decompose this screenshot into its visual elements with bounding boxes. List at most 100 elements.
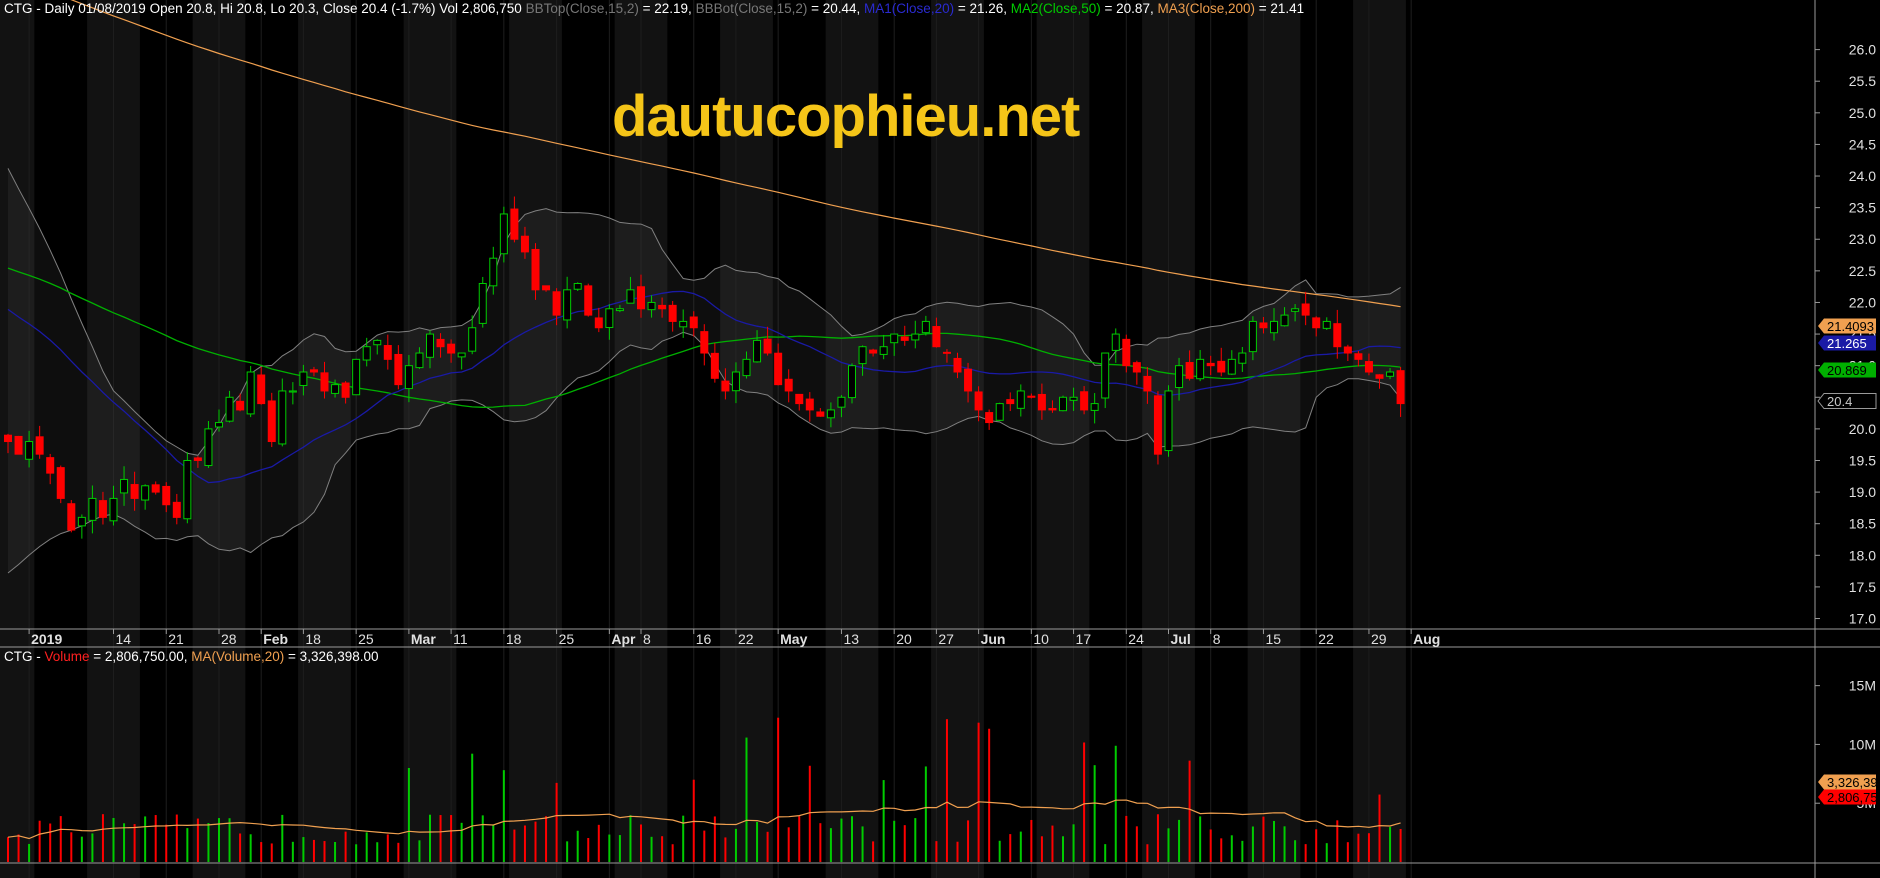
candle-body xyxy=(172,501,181,518)
price-tick-label: 17.5 xyxy=(1849,579,1876,595)
candle-body xyxy=(362,346,371,361)
candle-body xyxy=(510,208,519,240)
date-tick-label: Feb xyxy=(263,631,288,647)
price-tick-label: 22.5 xyxy=(1849,263,1876,279)
price-tick-label: 18.5 xyxy=(1849,516,1876,532)
candle-body xyxy=(1238,352,1247,364)
candle-body xyxy=(1185,362,1194,379)
candle-body xyxy=(668,304,677,322)
volume-bar xyxy=(186,828,189,862)
candle-body xyxy=(953,357,962,373)
volume-bar xyxy=(355,844,358,862)
volume-bar xyxy=(523,825,526,862)
date-tick-label: 8 xyxy=(643,631,651,647)
candle-body xyxy=(1090,403,1099,411)
candle-body xyxy=(257,374,266,405)
date-tick-label: 21 xyxy=(168,631,184,647)
volume-bar xyxy=(344,831,347,862)
candle-body xyxy=(700,331,709,354)
volume-bar xyxy=(1220,838,1223,862)
candle-body xyxy=(626,289,635,304)
volume-bar xyxy=(998,840,1001,862)
bbtop-label: BBTop(Close,15,2) xyxy=(525,1,639,16)
volume-bar xyxy=(1188,760,1191,862)
volume-bar xyxy=(893,820,896,862)
candle-body xyxy=(1069,396,1078,401)
price-tick-label: 19.5 xyxy=(1849,452,1876,468)
volume-bar xyxy=(734,828,737,862)
candle-body xyxy=(162,485,171,506)
candle-body xyxy=(1386,371,1395,377)
date-tick-label: 15 xyxy=(1265,631,1281,647)
volume-value: = 2,806,750.00, xyxy=(89,649,192,664)
price-tick-label: 25.0 xyxy=(1849,105,1876,121)
candle-body xyxy=(774,352,783,386)
price-tick-label: 24.5 xyxy=(1849,136,1876,152)
volume-bar xyxy=(49,823,52,862)
value-tag-label: 20.4 xyxy=(1827,394,1852,409)
candle-body xyxy=(1364,361,1373,373)
candle-body xyxy=(1301,303,1310,316)
volume-bar xyxy=(249,834,252,862)
volume-bar xyxy=(555,782,558,862)
price-axis: 17.017.518.018.519.019.520.020.521.021.5… xyxy=(1815,42,1876,627)
candle-body xyxy=(4,434,12,443)
candle-body xyxy=(900,336,909,341)
price-tick-label: 17.0 xyxy=(1849,611,1876,627)
volume-bar xyxy=(281,814,284,862)
volume-bar xyxy=(756,821,759,862)
date-tick-label: 14 xyxy=(116,631,132,647)
candle-body xyxy=(236,400,245,411)
candle-body xyxy=(404,365,413,390)
volume-bar xyxy=(38,820,41,862)
volume-bar xyxy=(439,815,442,862)
volume-bar xyxy=(703,830,706,862)
candle-body xyxy=(1375,374,1384,379)
volume-bar xyxy=(1399,828,1402,862)
price-tick-label: 18.0 xyxy=(1849,547,1876,563)
volume-bar xyxy=(661,836,664,862)
volume-bar xyxy=(1030,819,1033,862)
candle-body xyxy=(383,345,392,360)
value-tag-label: 2,806,750 xyxy=(1827,790,1880,805)
volume-bar xyxy=(154,815,157,862)
date-tick-label: Jul xyxy=(1171,631,1191,647)
candle-body xyxy=(88,497,97,521)
date-tick-label: 27 xyxy=(938,631,954,647)
volume-bar xyxy=(1262,816,1265,862)
volume-bar xyxy=(1346,842,1349,862)
ma1-value: = 21.26, xyxy=(954,1,1011,16)
volume-prefix: CTG - xyxy=(4,649,45,664)
volume-bar xyxy=(1104,844,1107,862)
volume-bar xyxy=(144,816,147,862)
candle-body xyxy=(837,396,846,408)
volume-bar xyxy=(777,717,780,862)
candle-body xyxy=(974,391,983,411)
candle-body xyxy=(658,304,667,310)
candle-body xyxy=(151,484,160,493)
volume-bar xyxy=(1315,829,1318,862)
volume-bar xyxy=(945,719,948,862)
candle-body xyxy=(1396,370,1405,405)
volume-label: Volume xyxy=(44,649,90,664)
ma2-label: MA2(Close,50) xyxy=(1010,1,1101,16)
date-tick-label: 25 xyxy=(358,631,374,647)
date-tick-label: 25 xyxy=(559,631,575,647)
candle-body xyxy=(594,317,603,329)
volume-bar xyxy=(1093,765,1096,862)
candle-body xyxy=(795,393,804,405)
candle-body xyxy=(193,457,202,461)
candle-body xyxy=(710,352,719,379)
volume-bar xyxy=(1062,836,1064,862)
date-tick-label: 20 xyxy=(896,631,912,647)
value-tag-label: 21.4093 xyxy=(1827,319,1874,334)
candle-body xyxy=(805,398,814,411)
volume-bar xyxy=(840,818,843,862)
volume-bar xyxy=(365,832,368,862)
candle-body xyxy=(14,435,23,455)
candle-body xyxy=(784,378,793,392)
volume-bar xyxy=(429,814,431,862)
candle-body xyxy=(1354,353,1363,360)
date-tick-label: 24 xyxy=(1128,631,1144,647)
volume-bar xyxy=(228,818,231,862)
